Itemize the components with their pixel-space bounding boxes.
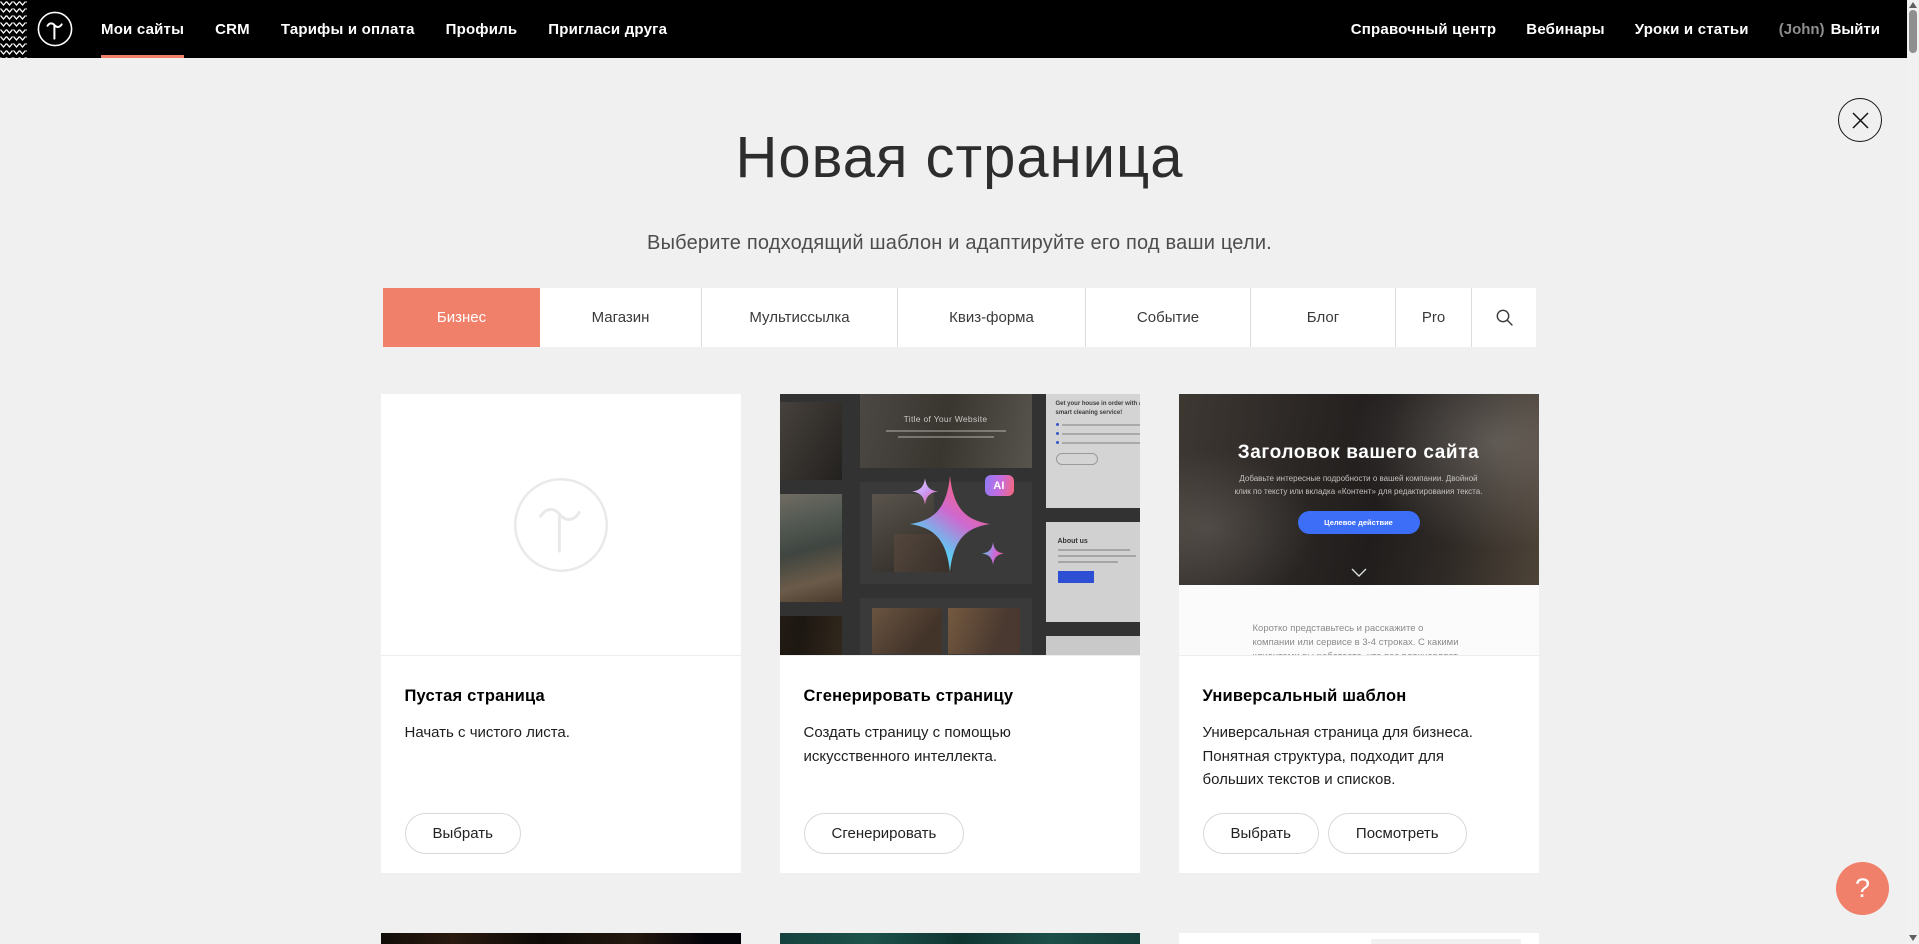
template-card-partial-3[interactable] bbox=[1179, 933, 1539, 944]
template-card-partial-1[interactable] bbox=[381, 933, 741, 944]
help-button[interactable]: ? bbox=[1836, 862, 1889, 915]
tab-blog[interactable]: Блог bbox=[1250, 288, 1395, 347]
tab-quiz-form[interactable]: Квиз-форма bbox=[897, 288, 1085, 347]
question-mark-icon: ? bbox=[1855, 873, 1870, 904]
page-subtitle: Выберите подходящий шаблон и адаптируйте… bbox=[0, 229, 1919, 257]
card-description: Универсальная страница для бизнеса. Поня… bbox=[1203, 721, 1508, 791]
scrollbar-up-arrow[interactable] bbox=[1909, 2, 1917, 8]
card-title: Универсальный шаблон bbox=[1203, 687, 1515, 706]
nav-tutorials[interactable]: Уроки и статьи bbox=[1635, 21, 1749, 38]
card-description: Создать страницу с помощью искусственног… bbox=[804, 721, 1109, 768]
mosaic-hero-title: Title of Your Website bbox=[860, 414, 1032, 424]
template-card-universal[interactable]: Заголовок вашего сайта Добавьте интересн… bbox=[1179, 394, 1539, 873]
mosaic-tile-text: Get your house in order with a smart cle… bbox=[1056, 400, 1140, 417]
scrollbar bbox=[1907, 0, 1919, 944]
scrollbar-down-arrow[interactable] bbox=[1909, 935, 1917, 941]
universal-card-preview: Заголовок вашего сайта Добавьте интересн… bbox=[1179, 394, 1539, 656]
nav-help-center[interactable]: Справочный центр bbox=[1351, 21, 1497, 38]
card-title: Сгенерировать страницу bbox=[804, 687, 1116, 706]
tab-multilink[interactable]: Мультиссылка bbox=[701, 288, 897, 347]
nav-crm[interactable]: CRM bbox=[215, 0, 250, 58]
nav-webinars[interactable]: Вебинары bbox=[1526, 21, 1604, 38]
nav-invite-friend[interactable]: Пригласи друга bbox=[548, 0, 667, 58]
nav-profile[interactable]: Профиль bbox=[446, 0, 518, 58]
tilda-logo[interactable] bbox=[37, 0, 73, 58]
preview-button[interactable]: Посмотреть bbox=[1328, 813, 1467, 854]
ai-sparkle-small-icon bbox=[982, 542, 1004, 565]
template-cards-row-2 bbox=[381, 933, 1539, 944]
generate-button[interactable]: Сгенерировать bbox=[804, 813, 965, 854]
chevron-down-icon bbox=[1351, 568, 1367, 577]
template-cta-button: Целевое действие bbox=[1298, 511, 1420, 534]
template-card-blank[interactable]: Пустая страница Начать с чистого листа. … bbox=[381, 394, 741, 873]
close-icon bbox=[1851, 111, 1870, 130]
search-icon bbox=[1495, 308, 1514, 327]
blank-card-preview bbox=[381, 394, 741, 656]
tab-search[interactable] bbox=[1471, 288, 1536, 347]
ai-card-preview: Title of Your Website Get your house in … bbox=[780, 394, 1140, 656]
mosaic-about-title: About us bbox=[1058, 538, 1140, 545]
top-bar: Мои сайты CRM Тарифы и оплата Профиль Пр… bbox=[0, 0, 1907, 58]
nav-pricing[interactable]: Тарифы и оплата bbox=[281, 0, 415, 58]
template-card-partial-2[interactable] bbox=[780, 933, 1140, 944]
template-card-ai-generate[interactable]: Title of Your Website Get your house in … bbox=[780, 394, 1140, 873]
main-nav: Мои сайты CRM Тарифы и оплата Профиль Пр… bbox=[101, 0, 667, 58]
user-name: (John) bbox=[1779, 21, 1825, 38]
page-title: Новая страница bbox=[0, 124, 1919, 191]
template-hero-title: Заголовок вашего сайта bbox=[1179, 442, 1539, 464]
template-cards-row-1: Пустая страница Начать с чистого листа. … bbox=[381, 394, 1539, 873]
close-button[interactable] bbox=[1838, 98, 1882, 142]
tab-event[interactable]: Событие bbox=[1085, 288, 1250, 347]
secondary-nav: Справочный центр Вебинары Уроки и статьи… bbox=[1351, 0, 1880, 58]
card-description: Начать с чистого листа. bbox=[405, 721, 710, 744]
tab-pro[interactable]: Pro bbox=[1395, 288, 1471, 347]
zigzag-pattern bbox=[0, 0, 27, 58]
tilda-watermark-icon bbox=[512, 476, 610, 574]
choose-button[interactable]: Выбрать bbox=[1203, 813, 1319, 854]
tab-business[interactable]: Бизнес bbox=[383, 288, 540, 347]
choose-button[interactable]: Выбрать bbox=[405, 813, 521, 854]
card-title: Пустая страница bbox=[405, 687, 717, 706]
template-body-text: Коротко представьтесь и расскажите о ком… bbox=[1253, 622, 1465, 655]
ai-sparkle-small-icon bbox=[912, 478, 938, 505]
scrollbar-thumb[interactable] bbox=[1909, 10, 1917, 53]
template-hero-subtitle: Добавьте интересные подробности о вашей … bbox=[1234, 473, 1484, 498]
logout-link[interactable]: Выйти bbox=[1831, 21, 1880, 38]
template-category-tabs: Бизнес Магазин Мультиссылка Квиз-форма С… bbox=[383, 288, 1536, 347]
nav-my-sites[interactable]: Мои сайты bbox=[101, 0, 184, 58]
tab-shop[interactable]: Магазин bbox=[540, 288, 701, 347]
ai-badge: AI bbox=[985, 475, 1014, 496]
